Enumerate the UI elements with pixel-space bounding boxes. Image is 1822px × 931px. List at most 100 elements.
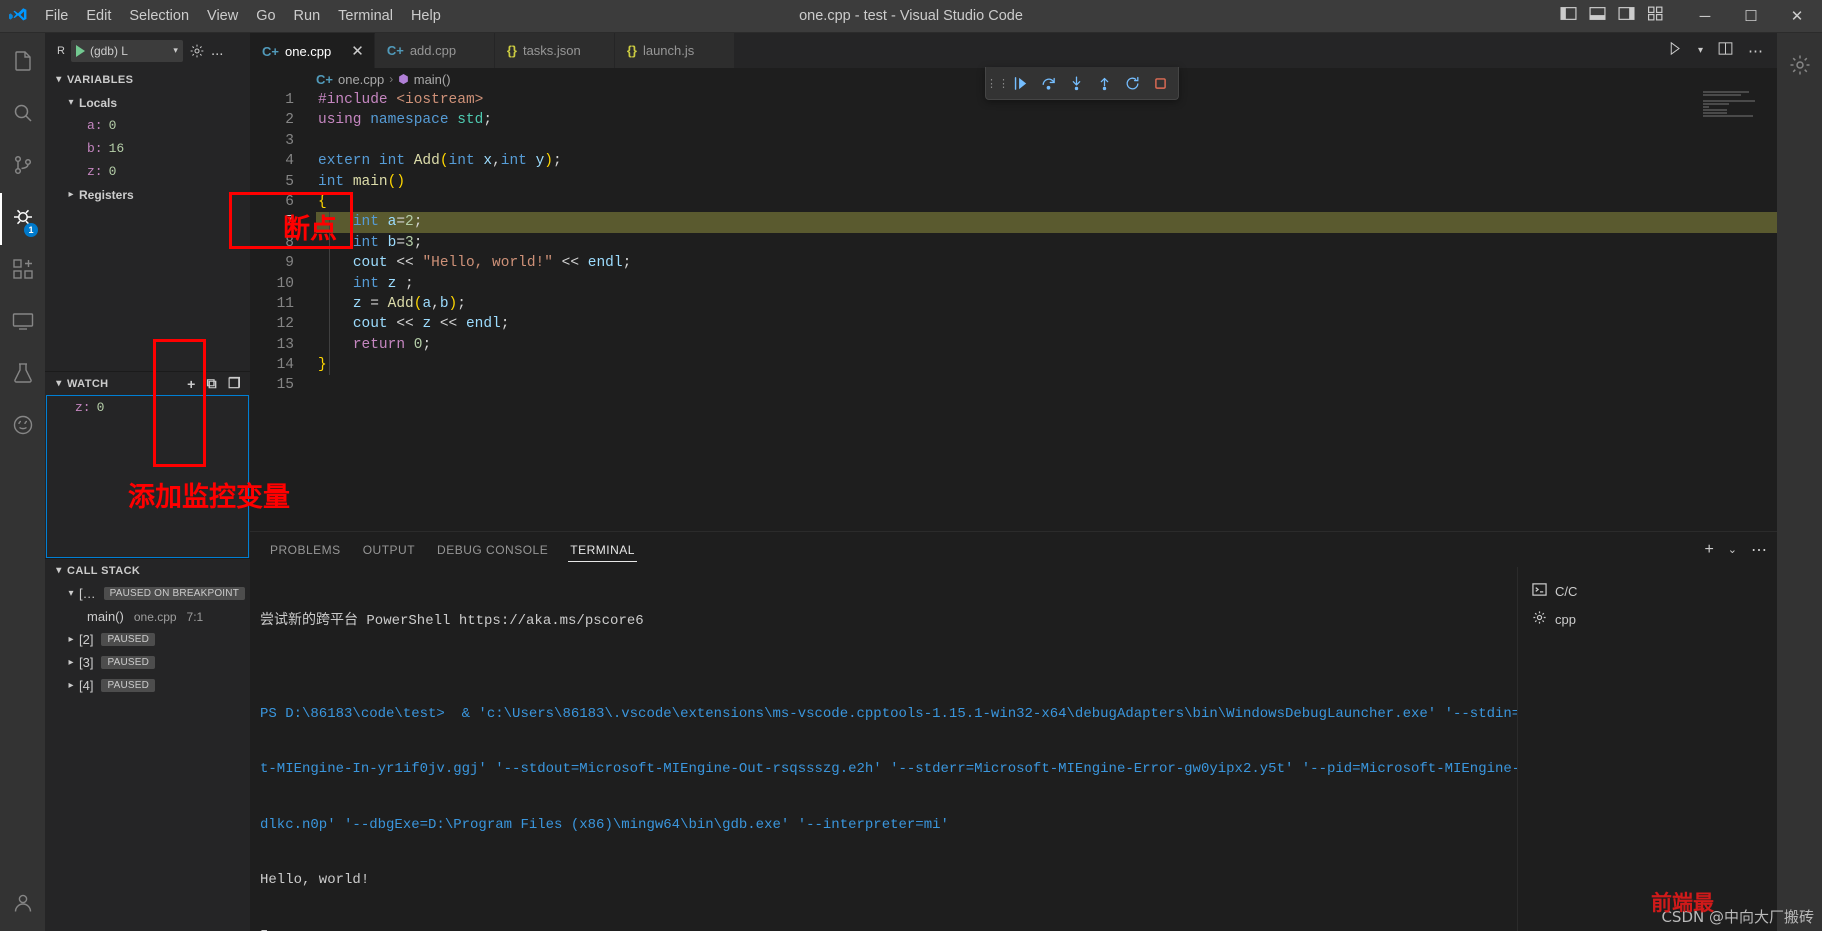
- code-lines[interactable]: #include <iostream> using namespace std;…: [316, 90, 1777, 531]
- tab-label: tasks.json: [522, 43, 581, 58]
- menu-terminal[interactable]: Terminal: [329, 0, 402, 32]
- activity-explorer[interactable]: [0, 37, 45, 89]
- more-actions-icon[interactable]: ⋯: [1748, 42, 1763, 60]
- stop-button[interactable]: [1146, 69, 1174, 97]
- tab-problems[interactable]: PROBLEMS: [268, 532, 343, 567]
- debug-toolbar: ⋮⋮: [985, 67, 1179, 100]
- terminal-tab-item[interactable]: cpp: [1518, 605, 1777, 633]
- activity-testing[interactable]: [0, 349, 45, 401]
- close-icon[interactable]: ✕: [351, 42, 364, 60]
- variables-section-header[interactable]: ▾ VARIABLES: [45, 68, 250, 91]
- call-stack-frame-main[interactable]: main() one.cpp 7:1: [45, 605, 250, 628]
- debug-configuration-select[interactable]: (gdb) L ▾: [70, 39, 183, 62]
- run-or-debug-icon[interactable]: [1667, 40, 1684, 62]
- line-number: 8: [285, 234, 294, 251]
- activity-copilot[interactable]: [0, 401, 45, 453]
- editor-gutter[interactable]: 1 2 3 4 5 6 7 8 9 10 11 12 13 14 15: [250, 90, 316, 531]
- activity-source-control[interactable]: [0, 141, 45, 193]
- menu-go[interactable]: Go: [247, 0, 284, 32]
- chevron-down-icon[interactable]: ▾: [1698, 45, 1703, 56]
- gear-icon[interactable]: [189, 43, 205, 59]
- watch-name: z:: [75, 400, 91, 415]
- chevron-right-icon: ▸: [68, 680, 74, 691]
- step-out-button[interactable]: [1090, 69, 1118, 97]
- start-debug-icon[interactable]: [75, 44, 85, 57]
- minimap[interactable]: [1703, 90, 1763, 531]
- restart-button[interactable]: [1118, 69, 1146, 97]
- activity-search[interactable]: [0, 89, 45, 141]
- tab-terminal[interactable]: TERMINAL: [568, 532, 637, 567]
- breadcrumb-file[interactable]: one.cpp: [338, 72, 384, 87]
- new-terminal-icon[interactable]: +: [1704, 541, 1713, 559]
- call-stack-thread-1[interactable]: ▾ [… PAUSED ON BREAKPOINT: [45, 582, 250, 605]
- terminal-tab-label: cpp: [1555, 611, 1576, 627]
- menu-view[interactable]: View: [198, 0, 247, 32]
- activity-extensions[interactable]: [0, 245, 45, 297]
- call-stack-thread-3[interactable]: ▸ [3] PAUSED: [45, 651, 250, 674]
- chevron-down-icon[interactable]: ⌄: [1728, 543, 1737, 556]
- code-editor[interactable]: 1 2 3 4 5 6 7 8 9 10 11 12 13 14 15 #inc…: [250, 90, 1777, 531]
- variable-value: 16: [108, 141, 125, 156]
- drag-handle[interactable]: ⋮⋮: [986, 77, 1009, 90]
- registers-label: Registers: [79, 187, 134, 202]
- breadcrumb-symbol[interactable]: main(): [414, 72, 451, 87]
- terminal-output[interactable]: 尝试新的跨平台 PowerShell https://aka.ms/pscore…: [250, 567, 1517, 931]
- call-stack-section-header[interactable]: ▾ CALL STACK: [45, 559, 250, 582]
- watch-list[interactable]: z: 0: [46, 395, 249, 558]
- menu-selection[interactable]: Selection: [120, 0, 198, 32]
- call-stack-thread-2[interactable]: ▸ [2] PAUSED: [45, 628, 250, 651]
- editor-column: C+ one.cpp ✕ C+ add.cpp {} tasks.json {}…: [250, 33, 1777, 931]
- panel-actions: + ⌄ ⋯: [1704, 540, 1777, 560]
- activity-settings[interactable]: [1777, 41, 1822, 93]
- variable-row-z[interactable]: z: 0: [45, 160, 250, 183]
- collapse-all-icon[interactable]: ⧉: [207, 375, 217, 392]
- step-over-button[interactable]: [1034, 69, 1062, 97]
- call-stack-thread-4[interactable]: ▸ [4] PAUSED: [45, 674, 250, 697]
- toggle-secondary-sidebar-icon[interactable]: [1618, 5, 1635, 27]
- activity-run-and-debug[interactable]: 1: [0, 193, 45, 245]
- terminal-line: 尝试新的跨平台 PowerShell https://aka.ms/pscore…: [260, 613, 644, 629]
- menu-run[interactable]: Run: [285, 0, 330, 32]
- tab-one-cpp[interactable]: C+ one.cpp ✕: [250, 33, 375, 68]
- step-into-button[interactable]: [1062, 69, 1090, 97]
- run-label: R: [57, 44, 65, 57]
- activity-remote-explorer[interactable]: [0, 297, 45, 349]
- activity-accounts[interactable]: [0, 879, 45, 931]
- customize-layout-icon[interactable]: [1647, 5, 1664, 27]
- code-line-9: cout << "Hello, world!" << endl;: [352, 255, 632, 272]
- split-editor-icon[interactable]: [1717, 40, 1734, 62]
- variables-group-registers[interactable]: ▸ Registers: [45, 183, 250, 206]
- status-badge: PAUSED: [101, 633, 156, 646]
- panel-more-actions-icon[interactable]: ⋯: [1751, 540, 1767, 560]
- tab-launch-json[interactable]: {} launch.js: [614, 33, 735, 68]
- toggle-primary-sidebar-icon[interactable]: [1560, 5, 1577, 27]
- variable-name: b:: [87, 141, 103, 156]
- watch-item-z[interactable]: z: 0: [47, 396, 248, 419]
- menu-edit[interactable]: Edit: [77, 0, 120, 32]
- close-button[interactable]: ✕: [1774, 0, 1820, 33]
- menu-help[interactable]: Help: [402, 0, 450, 32]
- tab-add-cpp[interactable]: C+ add.cpp: [374, 33, 495, 68]
- continue-button[interactable]: [1006, 69, 1034, 97]
- call-stack-title: CALL STACK: [67, 564, 141, 577]
- tab-tasks-json[interactable]: {} tasks.json: [494, 33, 615, 68]
- toggle-panel-icon[interactable]: [1589, 5, 1606, 27]
- variables-group-locals[interactable]: ▾ Locals: [45, 91, 250, 114]
- minimize-button[interactable]: ─: [1682, 0, 1728, 33]
- terminal-tab-item[interactable]: C/C: [1518, 577, 1777, 605]
- menu-file[interactable]: File: [36, 0, 77, 32]
- watch-pane: ▾ WATCH + ⧉ ❐ z: 0: [45, 371, 250, 558]
- tab-debug-console[interactable]: DEBUG CONSOLE: [435, 532, 550, 567]
- variable-row-b[interactable]: b: 16: [45, 137, 250, 160]
- more-actions-icon[interactable]: ...: [211, 42, 224, 59]
- code-line-13: return 0;: [352, 336, 432, 353]
- tab-output[interactable]: OUTPUT: [361, 532, 417, 567]
- window-controls: ─ ☐ ✕: [1560, 0, 1822, 32]
- add-expression-icon[interactable]: +: [187, 376, 196, 392]
- watch-section-header[interactable]: ▾ WATCH + ⧉ ❐: [45, 372, 250, 395]
- bottom-panel: PROBLEMS OUTPUT DEBUG CONSOLE TERMINAL +…: [250, 531, 1777, 931]
- variable-row-a[interactable]: a: 0: [45, 114, 250, 137]
- remove-all-expressions-icon[interactable]: ❐: [228, 375, 241, 392]
- maximize-button[interactable]: ☐: [1728, 0, 1774, 33]
